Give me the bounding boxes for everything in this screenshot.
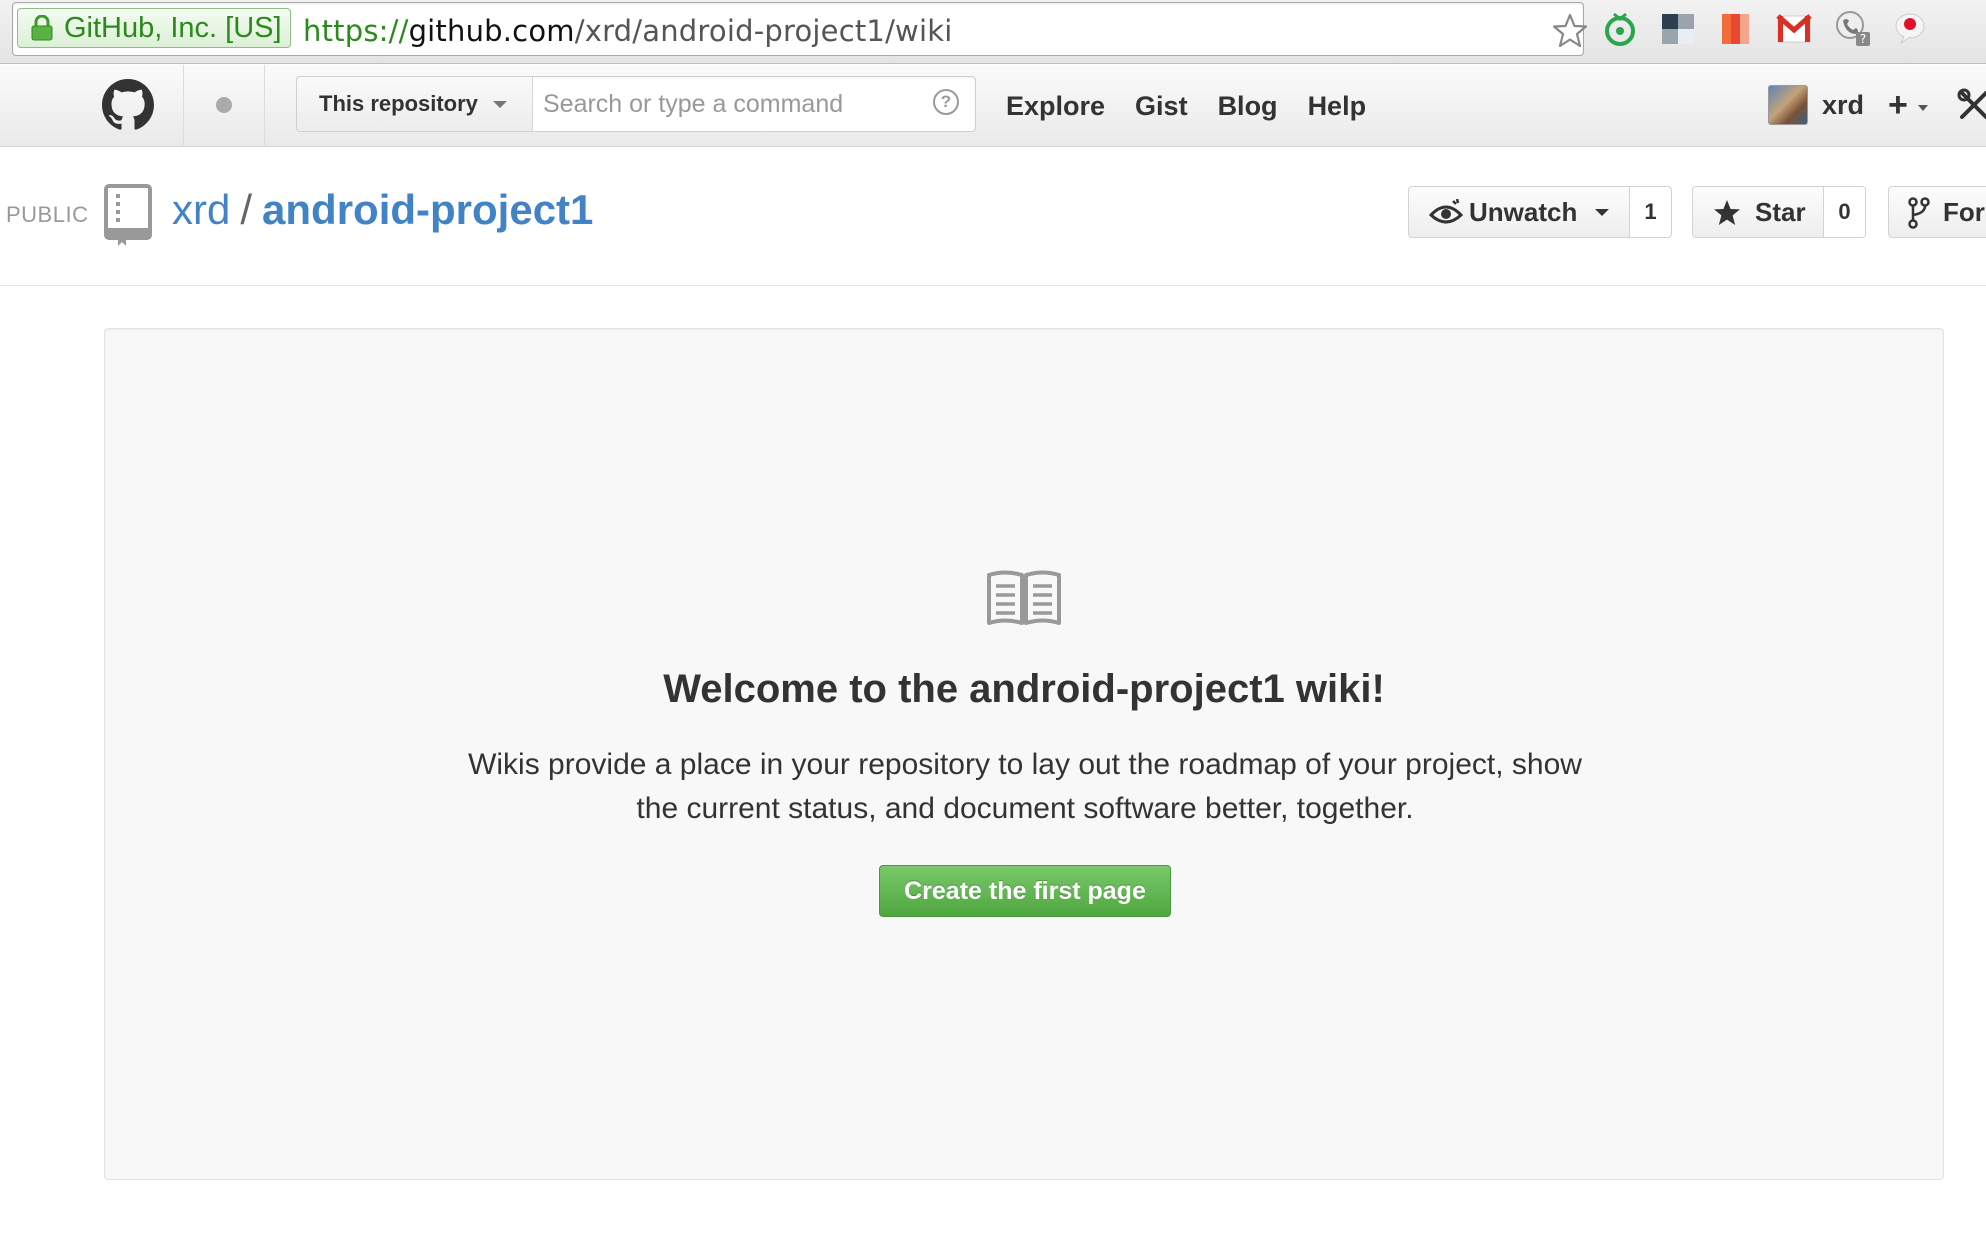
header-divider: [264, 65, 265, 147]
repo-title: xrd / android-project1: [172, 182, 593, 238]
star-button[interactable]: Star: [1692, 186, 1824, 238]
nav-blog[interactable]: Blog: [1218, 65, 1278, 147]
gmail-icon[interactable]: [1774, 8, 1814, 48]
book-icon: [987, 570, 1061, 625]
watch-button-group: Unwatch 1: [1408, 186, 1672, 238]
wiki-blankslate: Welcome to the android-project1 wiki! Wi…: [104, 328, 1944, 1180]
wiki-description: Wikis provide a place in your repository…: [468, 748, 1582, 825]
window-tile-icon[interactable]: [1658, 8, 1698, 48]
url-text[interactable]: https://github.com/xrd/android-project1/…: [303, 12, 952, 50]
github-octocat-logo-icon[interactable]: [102, 79, 154, 131]
red-balloon-icon[interactable]: [1890, 8, 1930, 48]
repo-name-link[interactable]: android-project1: [262, 186, 593, 233]
tomato-timer-icon[interactable]: [1600, 8, 1640, 48]
settings-tools-icon[interactable]: [1956, 87, 1986, 123]
chevron-down-icon: [1918, 105, 1928, 111]
browser-toolbar: GitHub, Inc. [US] https://github.com/xrd…: [0, 0, 1986, 64]
chevron-down-icon: [1595, 209, 1609, 216]
fork-icon: [1908, 197, 1930, 229]
nav-gist[interactable]: Gist: [1135, 65, 1188, 147]
chevron-down-icon: [493, 101, 507, 108]
path-separator: /: [240, 186, 253, 233]
wiki-welcome-title: Welcome to the android-project1 wiki!: [663, 667, 1385, 711]
fork-button[interactable]: Fork: [1888, 186, 1986, 238]
bookmark-star-icon[interactable]: [1551, 12, 1589, 50]
search-scope-dropdown[interactable]: This repository: [297, 77, 533, 131]
repo-header: PUBLIC xrd/android-project1 Unwatch 1: [0, 148, 1986, 286]
unwatch-button[interactable]: Unwatch: [1408, 186, 1630, 238]
repo-owner-link[interactable]: xrd: [172, 186, 230, 233]
phone-help-icon[interactable]: ?: [1832, 8, 1872, 48]
stripes-icon[interactable]: [1716, 8, 1756, 48]
help-icon[interactable]: ?: [933, 89, 959, 115]
unwatch-label: Unwatch: [1469, 197, 1578, 227]
visibility-label: PUBLIC: [6, 202, 89, 227]
ev-label: GitHub, Inc. [US]: [64, 12, 282, 44]
repo-book-icon: [104, 184, 152, 246]
search-scope-label: This repository: [319, 91, 478, 116]
notifications-indicator-icon[interactable]: [216, 97, 232, 113]
github-header: This repository ? Explore Gist Blog Help…: [0, 65, 1986, 147]
nav-explore[interactable]: Explore: [1006, 65, 1105, 147]
star-count[interactable]: 0: [1824, 186, 1866, 238]
url-host: github.com: [408, 14, 575, 48]
fork-label: Fork: [1943, 197, 1986, 227]
extension-icons: ?: [1600, 8, 1930, 52]
create-new-plus-icon[interactable]: +: [1888, 83, 1908, 127]
url-scheme: https://: [303, 14, 409, 48]
avatar[interactable]: [1768, 85, 1808, 125]
nav-help[interactable]: Help: [1308, 65, 1367, 147]
command-bar: This repository ?: [296, 76, 976, 132]
star-button-group: Star 0: [1692, 186, 1866, 238]
address-bar[interactable]: GitHub, Inc. [US] https://github.com/xrd…: [12, 2, 1588, 56]
top-nav: Explore Gist Blog Help: [1006, 65, 1366, 147]
search-input[interactable]: [543, 83, 913, 125]
star-label: Star: [1755, 197, 1806, 227]
create-first-page-button[interactable]: Create the first page: [879, 865, 1171, 917]
watch-count[interactable]: 1: [1630, 186, 1672, 238]
eye-icon: [1429, 199, 1463, 224]
user-menu[interactable]: xrd: [1768, 83, 1864, 127]
star-icon: [1714, 200, 1740, 225]
svg-text:?: ?: [1860, 32, 1866, 46]
ev-certificate-badge[interactable]: GitHub, Inc. [US]: [17, 8, 291, 48]
username[interactable]: xrd: [1822, 90, 1864, 121]
lock-icon: [31, 15, 53, 41]
url-path: /xrd/android-project1/wiki: [574, 14, 953, 48]
fork-button-group: Fork: [1888, 186, 1986, 238]
header-divider: [183, 65, 184, 147]
